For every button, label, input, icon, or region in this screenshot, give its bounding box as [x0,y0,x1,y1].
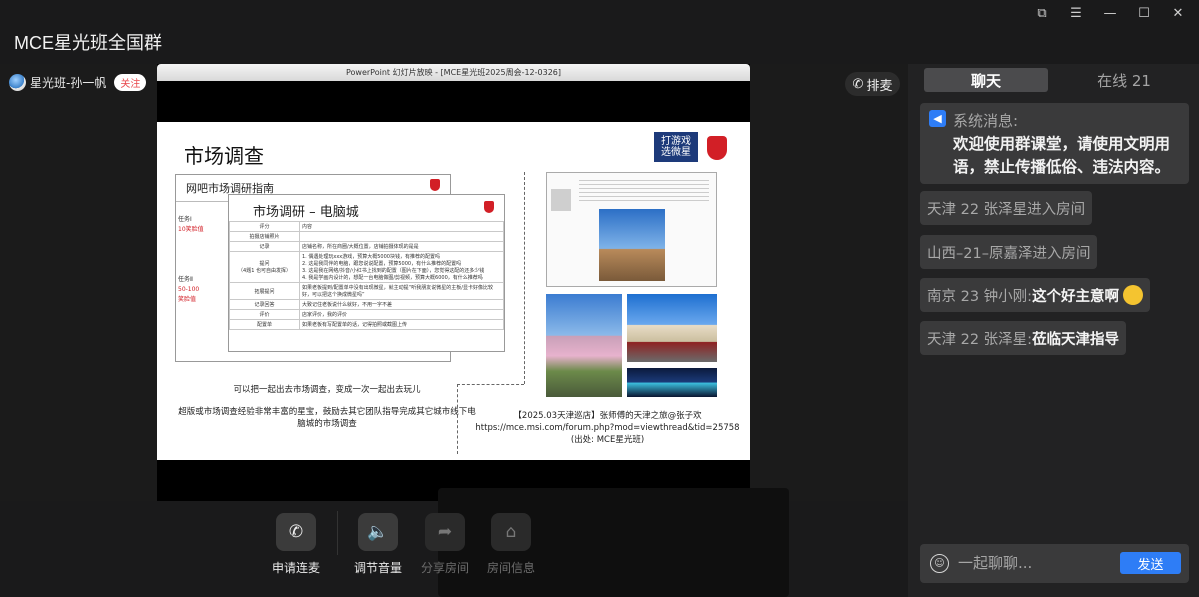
table-cell: 如果老板提到/配置单中没有出现微星，就主动提“听我朋友说微星的主板/显卡好像比较… [299,282,504,300]
forum-avatar [551,189,571,211]
brand-logo: 打游戏 选微星 [654,132,698,162]
table-cell: 提问 （4题1 也可自由发挥） [229,251,300,283]
emoji-picker-icon[interactable]: ☺ [930,554,949,573]
table-cell: 配置单 [229,319,300,330]
window-controls: ⧉ ☰ — ☐ ✕ [1025,4,1195,22]
follow-button[interactable]: 关注 [114,74,147,91]
share-room-button[interactable]: ➦ 分享房间 [410,513,480,576]
table-cell: 大致记住老板说什么就好，不用一字不差 [299,299,504,310]
table-cell: 店铺名称，所在商圈/大概位置，店铺拍摄体现的是是 [299,241,504,252]
table-row: 提问 （4题1 也可自由发挥） 1. 偶遇处理玩xxx游戏，预算大概5000块钱，… [229,251,504,283]
forum-photo [599,209,665,281]
divider [524,172,525,384]
phone-icon: ✆ [276,513,316,551]
screen-share-window: PowerPoint 幻灯片放映 - [MCE星光班2025周会-12-0326… [157,64,750,501]
computer-mall-document: 市场调研 – 电脑城 评分 内容 拍摄店铺照片 记录 店铺名称，所在商圈/大概位置，店铺… [228,194,505,352]
home-info-icon: ⌂ [491,513,531,551]
chat-message: 天津 22 张泽星 进入房间 [920,191,1093,225]
maximize-icon[interactable]: ☐ [1127,4,1161,22]
speaker-icon: 🔈 [358,513,398,551]
msi-shield-icon [707,136,727,160]
forum-screenshot [546,172,717,287]
toolbar-separator [337,511,338,555]
system-message: ◀ 系统消息: 欢迎使用群课堂，请使用文明用语，禁止传播低俗、违法内容。 [920,103,1189,184]
slide-caption-left: 可以把一起出去市场调查，变成一次一起出去玩儿 超版或市场调查经验非常丰富的星宝，… [178,385,476,429]
apply-mic-button[interactable]: ✆ 申请连麦 [261,513,331,576]
table-cell: 记录 [229,241,300,252]
pin-icon[interactable]: ⧉ [1025,4,1059,22]
close-icon[interactable]: ✕ [1161,4,1195,22]
chat-input[interactable] [958,552,1108,574]
table-cell [299,231,504,242]
room-title: MCE星光班全国群 [14,33,162,53]
speaker-icon: ◀ [929,110,946,127]
tab-chat[interactable]: 聊天 [924,68,1048,92]
table-row: 评价 店家评价，我的评价 [229,309,504,320]
chat-message: 山西–21–原嘉泽 进入房间 [920,235,1098,269]
msi-shield-icon [484,201,494,213]
thinking-emoji-icon [1123,285,1144,305]
host-info: 星光班-孙一帆 关注 [9,74,147,91]
chat-message: 天津 22 张泽星: 莅临天津指导 [920,321,1127,355]
table-cell: 如果老板有写配置单的话，记得拍照或截图上传 [299,319,504,330]
queue-button[interactable]: ✆ 排麦 [845,72,900,96]
photo-blossom-tree [546,294,622,397]
divider [457,384,458,454]
share-icon: ➦ [425,513,465,551]
table-row: 评分 内容 [229,221,504,232]
presentation-slide: 市场调查 打游戏 选微星 网吧市场调研指南 任务Ⅰ 10笑脸值 任务Ⅱ 50-1… [157,122,750,460]
system-message-head: 系统消息: [953,112,1019,130]
table-row: 配置单 如果老板有写配置单的话，记得拍照或截图上传 [229,319,504,330]
table-row: 记录 店铺名称，所在商圈/大概位置，店铺拍摄体现的是是 [229,241,504,252]
host-name: 星光班-孙一帆 [30,76,107,90]
photo-building [627,294,717,362]
queue-label: 排麦 [866,78,893,94]
menu-icon[interactable]: ☰ [1059,4,1093,22]
survey-table: 评分 内容 拍摄店铺照片 记录 店铺名称，所在商圈/大概位置，店铺拍摄体现的是是 提问 （… [229,221,504,330]
host-avatar[interactable] [9,74,26,91]
table-row: 拍摄店铺照片 [229,231,504,242]
divider [457,384,524,385]
table-row: 拓展提问 如果老板提到/配置单中没有出现微星，就主动提“听我朋友说微星的主板/显卡… [229,282,504,300]
room-info-button[interactable]: ⌂ 房间信息 [476,513,546,576]
table-cell: 拍摄店铺照片 [229,231,300,242]
forum-text-lines [579,177,709,203]
guide-side-notes: 任务Ⅰ 10笑脸值 任务Ⅱ 50-100 笑脸值 [178,216,204,303]
adjust-volume-button[interactable]: 🔈 调节音量 [343,513,413,576]
table-cell: 评分 [229,221,300,232]
chat-input-bar: ☺ 发送 [920,544,1189,583]
photo-night-city [627,368,717,397]
table-cell: 拓展提问 [229,282,300,300]
share-window-titlebar: PowerPoint 幻灯片放映 - [MCE星光班2025周会-12-0326… [157,64,750,81]
slide-caption-right: 【2025.03天津巡店】张师傅的天津之旅@张子欢 https://mce.ms… [475,411,740,445]
table-cell: 内容 [299,221,504,232]
table-cell: 店家评价，我的评价 [299,309,504,320]
tab-online[interactable]: 在线 21 [1062,68,1186,92]
chat-message: 南京 23 钟小刚: 这个好主意啊 [920,278,1151,312]
send-button[interactable]: 发送 [1120,552,1181,574]
msi-shield-icon [430,179,440,191]
table-cell: 评价 [229,309,300,320]
table-row: 记录回答 大致记住老板说什么就好，不用一字不差 [229,299,504,310]
table-cell: 1. 偶遇处理玩xxx游戏，预算大概5000块钱，有推荐的配置吗 2. 这是我同… [299,251,504,283]
phone-small-icon: ✆ [852,76,864,92]
minimize-icon[interactable]: — [1093,4,1127,22]
system-message-body: 欢迎使用群课堂，请使用文明用语，禁止传播低俗、违法内容。 [953,135,1171,176]
slide-title: 市场调查 [184,146,264,168]
table-cell: 记录回答 [229,299,300,310]
